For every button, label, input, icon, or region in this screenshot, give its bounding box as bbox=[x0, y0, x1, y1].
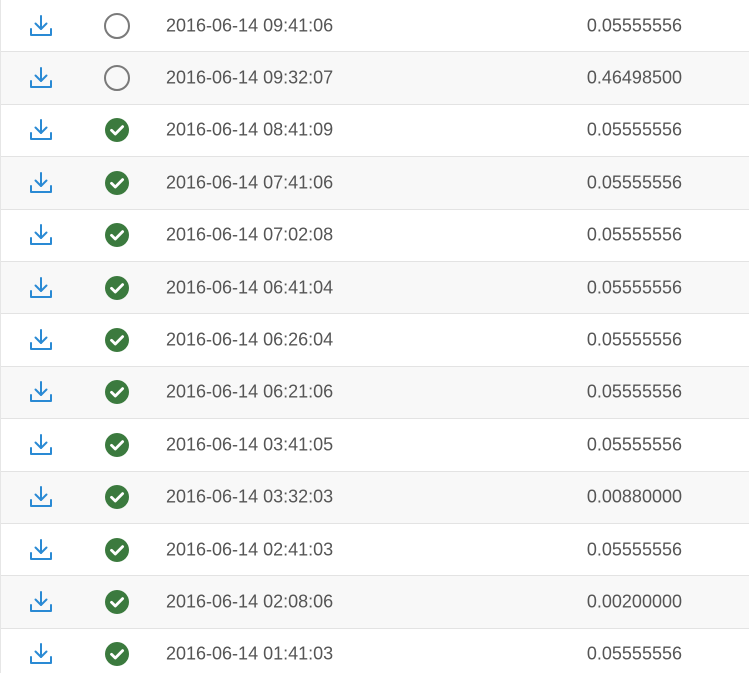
check-circle-icon bbox=[103, 116, 131, 144]
transaction-amount: 0.05555556 bbox=[586, 172, 682, 193]
download-icon[interactable] bbox=[27, 12, 55, 40]
transaction-amount: 0.05555556 bbox=[586, 329, 682, 350]
check-circle-icon bbox=[103, 588, 131, 616]
check-circle-icon bbox=[103, 378, 131, 406]
download-icon[interactable] bbox=[27, 221, 55, 249]
download-icon[interactable] bbox=[27, 378, 55, 406]
table-row: 2016-06-14 07:02:08 0.05555556 bbox=[1, 210, 749, 262]
transaction-amount: 0.05555556 bbox=[586, 539, 682, 560]
transaction-amount: 0.00880000 bbox=[586, 486, 682, 507]
download-icon[interactable] bbox=[27, 483, 55, 511]
transaction-amount: 0.00200000 bbox=[586, 591, 682, 612]
download-icon[interactable] bbox=[27, 536, 55, 564]
download-icon[interactable] bbox=[27, 116, 55, 144]
table-row: 2016-06-14 02:08:06 0.00200000 bbox=[1, 576, 749, 629]
transaction-timestamp: 2016-06-14 07:02:08 bbox=[166, 224, 334, 245]
transaction-amount: 0.05555556 bbox=[586, 119, 682, 140]
check-circle-icon bbox=[103, 169, 131, 197]
transaction-amount: 0.05555556 bbox=[586, 277, 682, 298]
download-icon[interactable] bbox=[27, 64, 55, 92]
download-icon[interactable] bbox=[27, 588, 55, 616]
table-row: 2016-06-14 02:41:03 0.05555556 bbox=[1, 524, 749, 577]
transaction-amount: 0.46498500 bbox=[586, 67, 682, 88]
transactions-table: 2016-06-14 09:41:06 0.05555556 2016-06-1… bbox=[0, 0, 749, 673]
download-icon[interactable] bbox=[27, 274, 55, 302]
transaction-timestamp: 2016-06-14 03:41:05 bbox=[166, 434, 334, 455]
transaction-amount: 0.05555556 bbox=[586, 643, 682, 664]
table-row: 2016-06-14 07:41:06 0.05555556 bbox=[1, 157, 749, 210]
transaction-timestamp: 2016-06-14 03:32:03 bbox=[166, 486, 334, 507]
empty-circle-icon bbox=[103, 12, 131, 40]
table-row: 2016-06-14 01:41:03 0.05555556 bbox=[1, 629, 749, 673]
transaction-timestamp: 2016-06-14 09:41:06 bbox=[166, 15, 334, 36]
check-circle-icon bbox=[103, 221, 131, 249]
check-circle-icon bbox=[103, 483, 131, 511]
transaction-amount: 0.05555556 bbox=[586, 381, 682, 402]
transaction-timestamp: 2016-06-14 09:32:07 bbox=[166, 67, 334, 88]
transaction-timestamp: 2016-06-14 06:26:04 bbox=[166, 329, 334, 350]
table-row: 2016-06-14 03:41:05 0.05555556 bbox=[1, 419, 749, 472]
check-circle-icon bbox=[103, 536, 131, 564]
check-circle-icon bbox=[103, 326, 131, 354]
transaction-amount: 0.05555556 bbox=[586, 224, 682, 245]
table-row: 2016-06-14 03:32:03 0.00880000 bbox=[1, 471, 749, 524]
check-circle-icon bbox=[103, 431, 131, 459]
transaction-timestamp: 2016-06-14 07:41:06 bbox=[166, 172, 334, 193]
download-icon[interactable] bbox=[27, 169, 55, 197]
table-row: 2016-06-14 09:32:07 0.46498500 bbox=[1, 52, 749, 105]
table-row: 2016-06-14 09:41:06 0.05555556 bbox=[1, 0, 749, 53]
transaction-timestamp: 2016-06-14 08:41:09 bbox=[166, 119, 334, 140]
empty-circle-icon bbox=[103, 64, 131, 92]
transaction-timestamp: 2016-06-14 02:08:06 bbox=[166, 591, 334, 612]
table-row: 2016-06-14 06:21:06 0.05555556 bbox=[1, 366, 749, 420]
transaction-amount: 0.05555556 bbox=[586, 15, 682, 36]
transaction-timestamp: 2016-06-14 01:41:03 bbox=[166, 643, 334, 664]
table-row: 2016-06-14 06:26:04 0.05555556 bbox=[1, 314, 749, 367]
transaction-timestamp: 2016-06-14 06:21:06 bbox=[166, 381, 334, 402]
transaction-timestamp: 2016-06-14 02:41:03 bbox=[166, 539, 334, 560]
check-circle-icon bbox=[103, 274, 131, 302]
table-row: 2016-06-14 06:41:04 0.05555556 bbox=[1, 261, 749, 315]
download-icon[interactable] bbox=[27, 431, 55, 459]
table-row: 2016-06-14 08:41:09 0.05555556 bbox=[1, 105, 749, 158]
download-icon[interactable] bbox=[27, 640, 55, 668]
check-circle-icon bbox=[103, 640, 131, 668]
download-icon[interactable] bbox=[27, 326, 55, 354]
transaction-timestamp: 2016-06-14 06:41:04 bbox=[166, 277, 334, 298]
transaction-amount: 0.05555556 bbox=[586, 434, 682, 455]
